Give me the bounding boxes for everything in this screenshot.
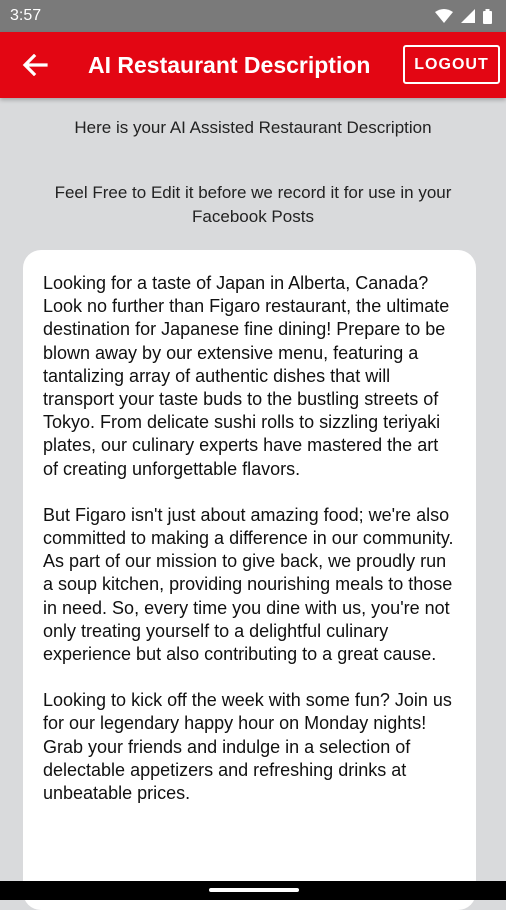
app-bar: AI Restaurant Description LOGOUT [0, 32, 506, 98]
back-button[interactable] [0, 32, 70, 98]
description-paragraph: But Figaro isn't just about amazing food… [43, 504, 454, 665]
description-editor[interactable]: Looking for a taste of Japan in Alberta,… [23, 250, 476, 910]
description-paragraph: Looking for a taste of Japan in Alberta,… [43, 273, 450, 479]
status-icons [435, 8, 492, 24]
page-title: AI Restaurant Description [88, 51, 371, 78]
wifi-icon [435, 9, 453, 23]
description-paragraph: Looking to kick off the week with some f… [43, 690, 452, 804]
home-indicator[interactable] [209, 888, 299, 892]
status-bar: 3:57 [0, 0, 506, 32]
intro-subheading: Feel Free to Edit it before we record it… [54, 183, 452, 226]
arrow-left-icon [22, 54, 48, 76]
logout-button[interactable]: LOGOUT [403, 45, 500, 84]
intro-heading: Here is your AI Assisted Restaurant Desc… [74, 118, 432, 137]
battery-icon [483, 8, 492, 24]
status-time: 3:57 [10, 7, 42, 24]
signal-icon [461, 9, 475, 23]
